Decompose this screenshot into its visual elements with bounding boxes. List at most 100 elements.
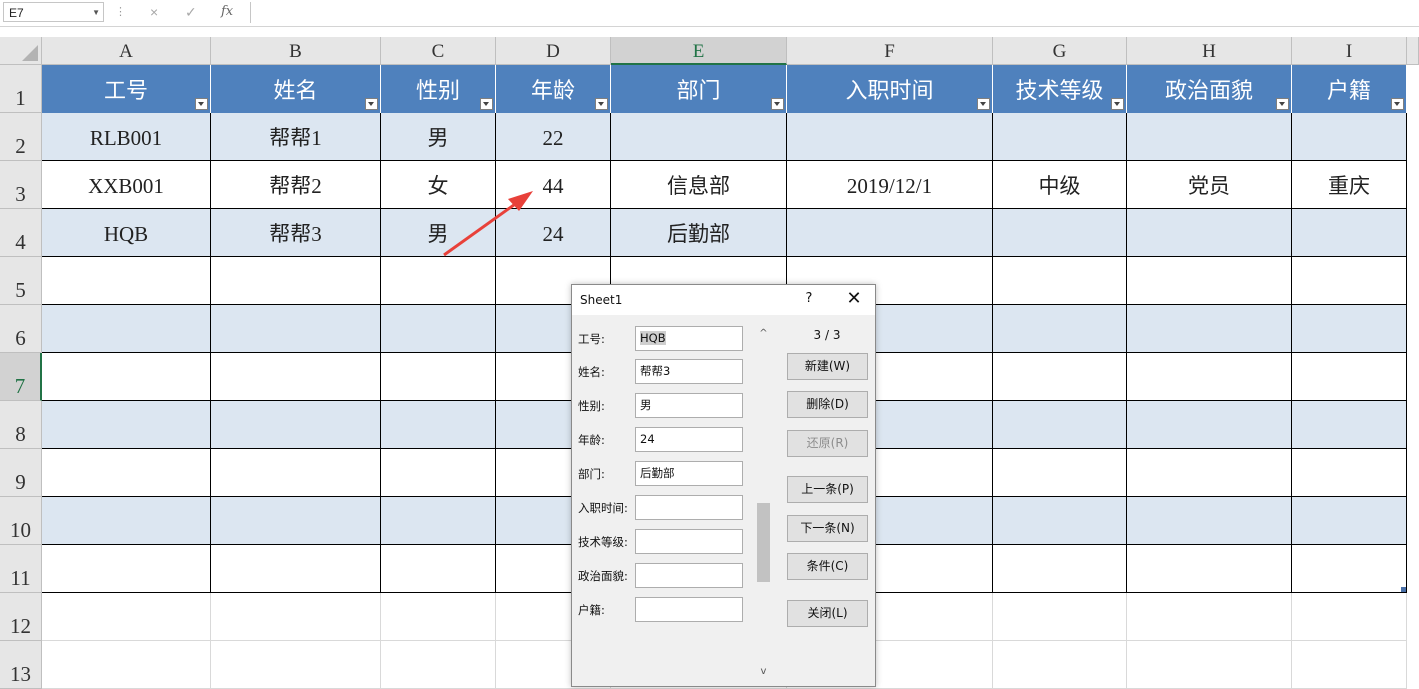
cell-a7[interactable] bbox=[42, 353, 211, 401]
cell-b10[interactable] bbox=[211, 497, 381, 545]
cell-a1[interactable]: 工号 bbox=[42, 65, 211, 113]
cell-i13[interactable] bbox=[1292, 641, 1407, 689]
cell-c9[interactable] bbox=[381, 449, 496, 497]
cancel-icon[interactable]: × bbox=[150, 3, 158, 21]
cell-b12[interactable] bbox=[211, 593, 381, 641]
scroll-up-icon[interactable]: ^ bbox=[755, 325, 772, 341]
cell-e1[interactable]: 部门 bbox=[611, 65, 787, 113]
new-button[interactable]: 新建(W) bbox=[787, 353, 868, 380]
column-header-e[interactable]: E bbox=[611, 37, 787, 65]
record-scrollbar[interactable]: ^ v bbox=[755, 325, 772, 681]
column-header-i[interactable]: I bbox=[1292, 37, 1407, 65]
cell-d3[interactable]: 44 bbox=[496, 161, 611, 209]
cell-g1[interactable]: 技术等级 bbox=[993, 65, 1127, 113]
column-header-a[interactable]: A bbox=[42, 37, 211, 65]
scroll-thumb[interactable] bbox=[757, 503, 770, 582]
field-input[interactable]: 帮帮3 bbox=[635, 359, 743, 384]
row-header-3[interactable]: 3 bbox=[0, 161, 42, 209]
cell-a10[interactable] bbox=[42, 497, 211, 545]
cell-g9[interactable] bbox=[993, 449, 1127, 497]
cell-a6[interactable] bbox=[42, 305, 211, 353]
cell-c7[interactable] bbox=[381, 353, 496, 401]
cell-e2[interactable] bbox=[611, 113, 787, 161]
cell-i5[interactable] bbox=[1292, 257, 1407, 305]
cell-i12[interactable] bbox=[1292, 593, 1407, 641]
cell-a3[interactable]: XXB001 bbox=[42, 161, 211, 209]
cell-i11[interactable] bbox=[1292, 545, 1407, 593]
column-header-f[interactable]: F bbox=[787, 37, 993, 65]
field-input[interactable] bbox=[635, 495, 743, 520]
row-header-9[interactable]: 9 bbox=[0, 449, 42, 497]
cell-i8[interactable] bbox=[1292, 401, 1407, 449]
cell-a12[interactable] bbox=[42, 593, 211, 641]
filter-dropdown-icon[interactable] bbox=[480, 98, 493, 110]
chevron-down-icon[interactable]: ▼ bbox=[92, 3, 100, 23]
cell-b11[interactable] bbox=[211, 545, 381, 593]
cell-a4[interactable]: HQB bbox=[42, 209, 211, 257]
column-header-b[interactable]: B bbox=[211, 37, 381, 65]
cell-g13[interactable] bbox=[993, 641, 1127, 689]
cell-g7[interactable] bbox=[993, 353, 1127, 401]
cell-a9[interactable] bbox=[42, 449, 211, 497]
filter-dropdown-icon[interactable] bbox=[1111, 98, 1124, 110]
cell-a5[interactable] bbox=[42, 257, 211, 305]
enter-icon[interactable]: ✓ bbox=[185, 3, 197, 21]
field-input[interactable]: 24 bbox=[635, 427, 743, 452]
cell-b8[interactable] bbox=[211, 401, 381, 449]
cell-a11[interactable] bbox=[42, 545, 211, 593]
cell-e3[interactable]: 信息部 bbox=[611, 161, 787, 209]
cell-h3[interactable]: 党员 bbox=[1127, 161, 1292, 209]
cell-g5[interactable] bbox=[993, 257, 1127, 305]
cell-h12[interactable] bbox=[1127, 593, 1292, 641]
filter-dropdown-icon[interactable] bbox=[365, 98, 378, 110]
cell-c2[interactable]: 男 bbox=[381, 113, 496, 161]
cell-c1[interactable]: 性别 bbox=[381, 65, 496, 113]
cell-d2[interactable]: 22 bbox=[496, 113, 611, 161]
row-header-7[interactable]: 7 bbox=[0, 353, 42, 401]
row-header-6[interactable]: 6 bbox=[0, 305, 42, 353]
cell-b6[interactable] bbox=[211, 305, 381, 353]
cell-h1[interactable]: 政治面貌 bbox=[1127, 65, 1292, 113]
cell-c3[interactable]: 女 bbox=[381, 161, 496, 209]
cell-b5[interactable] bbox=[211, 257, 381, 305]
cell-h10[interactable] bbox=[1127, 497, 1292, 545]
cell-i4[interactable] bbox=[1292, 209, 1407, 257]
cell-i3[interactable]: 重庆 bbox=[1292, 161, 1407, 209]
cell-i6[interactable] bbox=[1292, 305, 1407, 353]
cell-f2[interactable] bbox=[787, 113, 993, 161]
cell-c13[interactable] bbox=[381, 641, 496, 689]
cell-g4[interactable] bbox=[993, 209, 1127, 257]
row-header-5[interactable]: 5 bbox=[0, 257, 42, 305]
next-record-button[interactable]: 下一条(N) bbox=[787, 515, 868, 542]
cell-b9[interactable] bbox=[211, 449, 381, 497]
name-box[interactable]: E7 ▼ bbox=[3, 2, 104, 22]
cell-i2[interactable] bbox=[1292, 113, 1407, 161]
filter-dropdown-icon[interactable] bbox=[771, 98, 784, 110]
field-input[interactable] bbox=[635, 563, 743, 588]
field-input[interactable] bbox=[635, 597, 743, 622]
cell-h2[interactable] bbox=[1127, 113, 1292, 161]
table-resize-handle[interactable] bbox=[1401, 587, 1406, 592]
cell-h8[interactable] bbox=[1127, 401, 1292, 449]
criteria-button[interactable]: 条件(C) bbox=[787, 553, 868, 580]
cell-h13[interactable] bbox=[1127, 641, 1292, 689]
cell-h9[interactable] bbox=[1127, 449, 1292, 497]
cell-i10[interactable] bbox=[1292, 497, 1407, 545]
select-all-corner[interactable] bbox=[0, 37, 42, 65]
scroll-down-icon[interactable]: v bbox=[755, 665, 772, 681]
row-header-1[interactable]: 1 bbox=[0, 65, 42, 113]
field-input[interactable] bbox=[635, 529, 743, 554]
cell-g3[interactable]: 中级 bbox=[993, 161, 1127, 209]
filter-dropdown-icon[interactable] bbox=[595, 98, 608, 110]
cell-g11[interactable] bbox=[993, 545, 1127, 593]
cell-d4[interactable]: 24 bbox=[496, 209, 611, 257]
cell-e4[interactable]: 后勤部 bbox=[611, 209, 787, 257]
column-header-c[interactable]: C bbox=[381, 37, 496, 65]
field-input[interactable]: 男 bbox=[635, 393, 743, 418]
cell-h5[interactable] bbox=[1127, 257, 1292, 305]
prev-record-button[interactable]: 上一条(P) bbox=[787, 476, 868, 503]
cell-g6[interactable] bbox=[993, 305, 1127, 353]
row-header-2[interactable]: 2 bbox=[0, 113, 42, 161]
help-icon[interactable]: ? bbox=[802, 291, 816, 306]
delete-button[interactable]: 删除(D) bbox=[787, 391, 868, 418]
